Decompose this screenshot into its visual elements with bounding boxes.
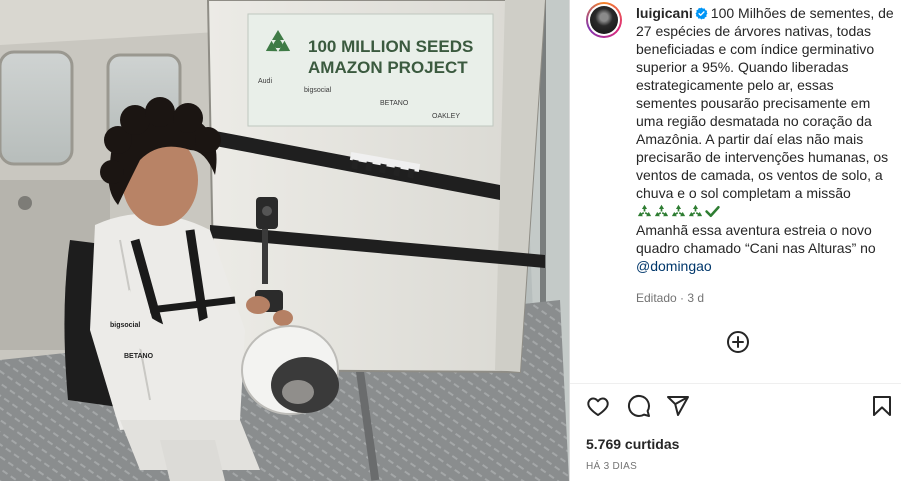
recycle-icon [671,204,686,217]
save-button[interactable] [870,394,894,418]
crate-logo-audi: Audi [258,78,272,85]
crate-label-line1: 100 MILLION SEEDS [308,37,473,56]
suit-logo-betano: BETANO [124,353,154,360]
caption-text: 100 Milhões de sementes, de 27 espécies … [636,5,894,201]
edited-label: Editado [636,291,677,305]
post-date[interactable]: HÁ 3 DIAS [586,461,637,472]
bookmark-icon [873,396,891,416]
likes-count[interactable]: 5.769 curtidas [586,436,679,452]
caption-text-2: Amanhã essa aventura estreia o novo quad… [636,222,876,256]
username-link[interactable]: luigicani [636,5,693,21]
post-photo-scene: 100 MILLION SEEDS AMAZON PROJECT Audi bi… [0,0,569,481]
share-icon [667,396,689,416]
avatar-image [590,6,618,34]
add-comment-button[interactable] [726,330,750,354]
comment-button[interactable] [627,394,651,418]
check-mark-icon [705,205,720,218]
recycle-icon [654,204,669,217]
crate-logo-bigsocial: bigsocial [304,87,332,94]
heart-icon [587,397,609,416]
caption-emojis [636,203,894,221]
post-photo[interactable]: 100 MILLION SEEDS AMAZON PROJECT Audi bi… [0,0,569,481]
plus-circle-icon [727,331,749,353]
crate-logo-betano: BETANO [380,100,409,107]
crate-label-line2: AMAZON PROJECT [308,58,468,77]
suit-logo-bigsocial: bigsocial [110,322,140,329]
comment-icon [627,394,650,417]
edited-info: Editado · 3 d [636,291,705,305]
post-details-panel: luigicani 100 Milhões de sementes, de 27 … [569,0,901,481]
recycle-icon [637,204,652,217]
post-actions-bar [586,394,894,420]
crate-logo-oakley: OAKLEY [432,113,460,120]
like-button[interactable] [586,394,610,418]
verified-badge-icon [695,7,708,20]
mention-link[interactable]: @domingao [636,258,712,274]
recycle-icon [688,204,703,217]
caption-area: luigicani 100 Milhões de sementes, de 27 … [570,0,901,383]
actions-divider [570,383,901,384]
edited-time[interactable]: 3 d [687,291,704,305]
share-button[interactable] [666,394,690,418]
post-caption: luigicani 100 Milhões de sementes, de 27 … [636,4,894,275]
avatar[interactable] [586,2,622,38]
